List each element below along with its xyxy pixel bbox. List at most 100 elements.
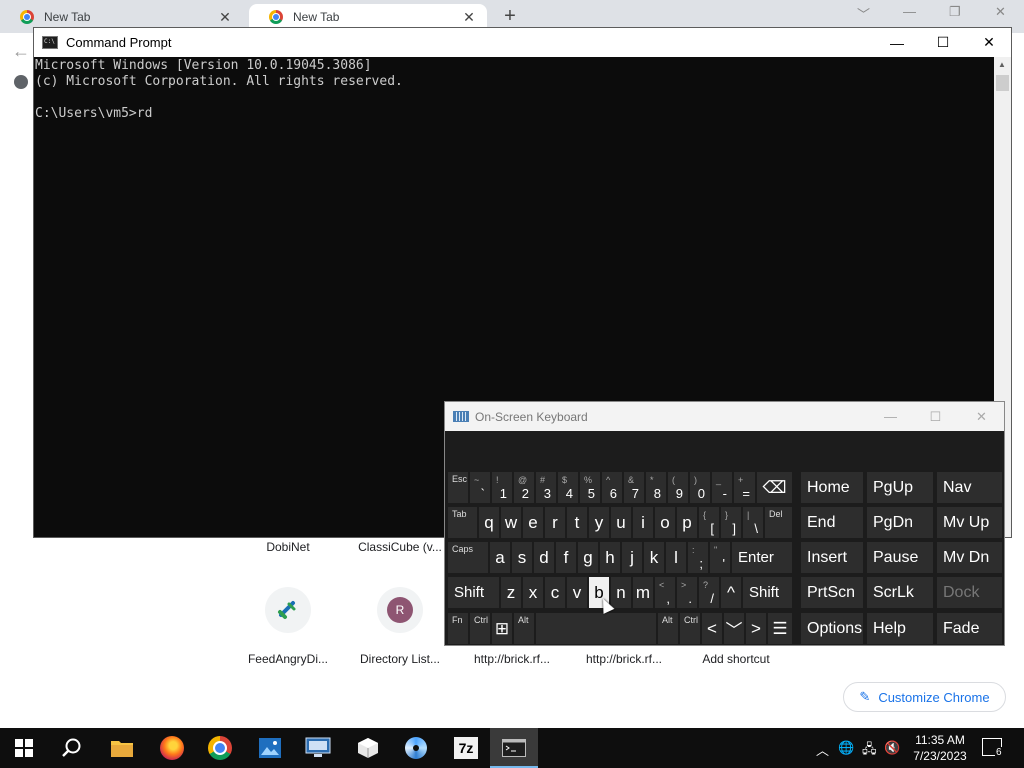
key-i[interactable]: i <box>633 507 653 538</box>
key-q[interactable]: q <box>479 507 499 538</box>
key-9[interactable]: (9 <box>668 472 688 503</box>
package-icon[interactable] <box>344 728 392 768</box>
key-e[interactable]: e <box>523 507 543 538</box>
key-p[interactable]: p <box>677 507 697 538</box>
key-k[interactable]: k <box>644 542 664 573</box>
key-g[interactable]: g <box>578 542 598 573</box>
key-4[interactable]: $4 <box>558 472 578 503</box>
key-tab[interactable]: Tab <box>448 507 477 538</box>
key-rshift[interactable]: Shift <box>743 577 792 608</box>
key-help[interactable]: Help <box>867 613 933 644</box>
key-x[interactable]: x <box>523 577 543 608</box>
tab-search-icon[interactable]: ﹀ <box>857 4 870 23</box>
key-d[interactable]: d <box>534 542 554 573</box>
system-clock[interactable]: 11:35 AM 7/23/2023 <box>905 732 975 764</box>
key-0[interactable]: ) 0 <box>690 472 710 503</box>
key-menu[interactable]: ☰ <box>768 613 792 644</box>
cmd-maximize-icon[interactable]: ☐ <box>920 28 966 57</box>
key-a[interactable]: a <box>490 542 510 573</box>
start-icon[interactable] <box>0 728 48 768</box>
key-h[interactable]: h <box>600 542 620 573</box>
directory-shortcut-icon[interactable]: R <box>377 587 423 633</box>
key-end[interactable]: End <box>801 507 863 538</box>
command-prompt-icon[interactable] <box>490 728 538 768</box>
key-t[interactable]: t <box>567 507 587 538</box>
key-period[interactable]: >. <box>677 577 697 608</box>
key-pgup[interactable]: PgUp <box>867 472 933 503</box>
key-l[interactable]: l <box>666 542 686 573</box>
shortcut-label[interactable]: Directory List... <box>350 652 450 666</box>
osk-close-icon[interactable]: ✕ <box>959 402 1004 431</box>
key-scrlk[interactable]: ScrLk <box>867 577 933 608</box>
media-disc-icon[interactable] <box>392 728 440 768</box>
key-quote[interactable]: " ' <box>710 542 730 573</box>
key-alt-right[interactable]: Alt <box>658 613 678 644</box>
network-globe-icon[interactable]: 🌐 <box>838 740 854 756</box>
key-7[interactable]: & 7 <box>624 472 644 503</box>
key-y[interactable]: y <box>589 507 609 538</box>
key-ctrl-right[interactable]: Ctrl <box>680 613 700 644</box>
link-arrows-icon[interactable] <box>265 587 311 633</box>
key-o[interactable]: o <box>655 507 675 538</box>
7zip-icon[interactable]: 7z <box>442 728 490 768</box>
chrome-close-icon[interactable]: ✕ <box>995 4 1006 20</box>
osk-maximize-icon[interactable]: ☐ <box>913 402 958 431</box>
key-uparrow[interactable]: ^ <box>721 577 741 608</box>
key-options[interactable]: Options <box>801 613 863 644</box>
key-f[interactable]: f <box>556 542 576 573</box>
key-fade[interactable]: Fade <box>937 613 1002 644</box>
key-esc[interactable]: Esc <box>448 472 468 503</box>
key-left[interactable]: < <box>702 613 722 644</box>
on-screen-keyboard[interactable]: On-Screen Keyboard — ☐ ✕ Esc ~ `! 1 @2 #3 $4% 5… <box>444 401 1005 646</box>
key-3[interactable]: #3 <box>536 472 556 503</box>
file-explorer-icon[interactable] <box>98 728 146 768</box>
key-prtscn[interactable]: PrtScn <box>801 577 863 608</box>
chrome-minimize-icon[interactable]: — <box>903 4 916 19</box>
osk-minimize-icon[interactable]: — <box>868 402 913 431</box>
key-m[interactable]: m <box>633 577 653 608</box>
key-insert[interactable]: Insert <box>801 542 863 573</box>
close-tab-icon[interactable]: ✕ <box>217 9 233 26</box>
remote-desktop-icon[interactable] <box>294 728 342 768</box>
volume-muted-icon[interactable]: 🔇 <box>884 740 900 756</box>
key-5[interactable]: % 5 <box>580 472 600 503</box>
shortcut-label[interactable]: FeedAngryDi... <box>238 652 338 666</box>
key-pgdn[interactable]: PgDn <box>867 507 933 538</box>
key-fn[interactable]: Fn <box>448 613 468 644</box>
shortcut-label[interactable]: ClassiCube (v... <box>350 540 450 554</box>
chrome-restore-icon[interactable]: ❐ <box>949 4 961 20</box>
key-z[interactable]: z <box>501 577 521 608</box>
key-mvup[interactable]: Mv Up <box>937 507 1002 538</box>
key-v[interactable]: v <box>567 577 587 608</box>
cmd-minimize-icon[interactable]: — <box>874 28 920 57</box>
key-backspace[interactable]: ⌫ <box>757 472 792 503</box>
key-semicolon[interactable]: :; <box>688 542 708 573</box>
key-backtick[interactable]: ~ ` <box>470 472 490 503</box>
chrome-icon[interactable] <box>196 728 244 768</box>
key-u[interactable]: u <box>611 507 631 538</box>
key-comma[interactable]: <, <box>655 577 675 608</box>
chevron-up-icon[interactable]: ︿ <box>816 740 829 759</box>
key-space[interactable] <box>536 613 656 644</box>
key-rbracket[interactable]: }] <box>721 507 741 538</box>
key-down[interactable]: ﹀ <box>724 613 744 644</box>
key-minus[interactable]: _ - <box>712 472 732 503</box>
key-win[interactable]: ⊞ <box>492 613 512 644</box>
network-icon[interactable]: 🖧 <box>862 740 877 762</box>
key-lbracket[interactable]: {[ <box>699 507 719 538</box>
key-slash[interactable]: ? / <box>699 577 719 608</box>
key-8[interactable]: * 8 <box>646 472 666 503</box>
key-6[interactable]: ^ 6 <box>602 472 622 503</box>
osk-titlebar[interactable]: On-Screen Keyboard — ☐ ✕ <box>445 402 1004 431</box>
close-tab-icon[interactable]: ✕ <box>461 9 477 26</box>
key-pause[interactable]: Pause <box>867 542 933 573</box>
cmd-titlebar[interactable]: Command Prompt — ☐ ✕ <box>34 28 1011 57</box>
key-right[interactable]: > <box>746 613 766 644</box>
shortcut-label[interactable]: http://brick.rf... <box>462 652 562 666</box>
key-lshift[interactable]: Shift <box>448 577 499 608</box>
firefox-icon[interactable] <box>148 728 196 768</box>
key-1[interactable]: ! 1 <box>492 472 512 503</box>
key-equals[interactable]: + = <box>734 472 755 503</box>
key-enter[interactable]: Enter <box>732 542 792 573</box>
key-w[interactable]: w <box>501 507 521 538</box>
